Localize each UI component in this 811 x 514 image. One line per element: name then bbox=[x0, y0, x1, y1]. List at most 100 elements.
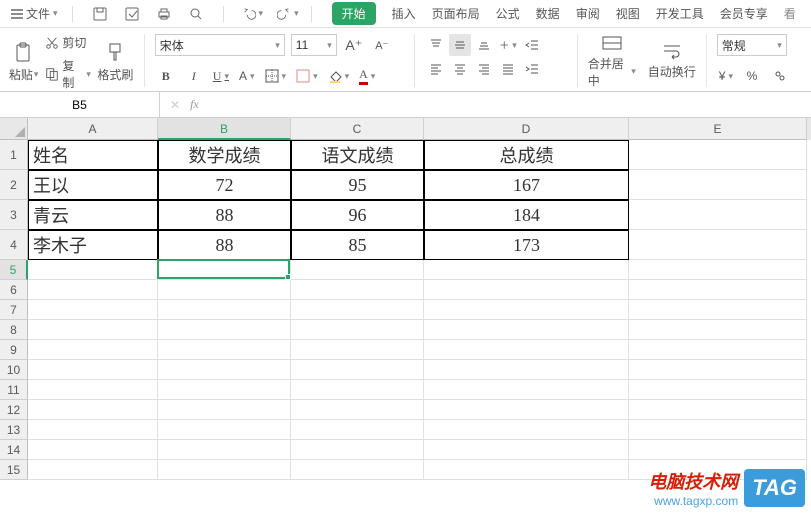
cell-D15[interactable] bbox=[424, 460, 629, 480]
cell-C2[interactable]: 95 bbox=[291, 170, 424, 200]
decrease-indent-icon[interactable] bbox=[521, 34, 543, 56]
formula-input[interactable] bbox=[209, 92, 811, 117]
cell-B4[interactable]: 88 bbox=[158, 230, 291, 260]
row-header-6[interactable]: 6 bbox=[0, 280, 28, 300]
cell-E9[interactable] bbox=[629, 340, 807, 360]
cell-D3[interactable]: 184 bbox=[424, 200, 629, 230]
cell-A7[interactable] bbox=[28, 300, 158, 320]
column-header-D[interactable]: D bbox=[424, 118, 629, 140]
cell-A15[interactable] bbox=[28, 460, 158, 480]
tab-page-layout[interactable]: 页面布局 bbox=[432, 5, 480, 22]
percent-button[interactable]: % bbox=[741, 65, 763, 87]
redo-button[interactable]: ▾ bbox=[275, 3, 301, 25]
row-header-13[interactable]: 13 bbox=[0, 420, 28, 440]
tab-data[interactable]: 数据 bbox=[536, 5, 560, 22]
cell-E12[interactable] bbox=[629, 400, 807, 420]
currency-button[interactable]: ¥▾ bbox=[717, 65, 735, 87]
cell-B12[interactable] bbox=[158, 400, 291, 420]
cell-C13[interactable] bbox=[291, 420, 424, 440]
cell-D9[interactable] bbox=[424, 340, 629, 360]
cell-B13[interactable] bbox=[158, 420, 291, 440]
align-bottom-icon[interactable] bbox=[473, 34, 495, 56]
cell-B1[interactable]: 数学成绩 bbox=[158, 140, 291, 170]
tab-review[interactable]: 审阅 bbox=[576, 5, 600, 22]
cell-D4[interactable]: 173 bbox=[424, 230, 629, 260]
cell-A3[interactable]: 青云 bbox=[28, 200, 158, 230]
font-color-button[interactable]: A▾ bbox=[357, 65, 377, 87]
row-header-5[interactable]: 5 bbox=[0, 260, 28, 280]
row-header-3[interactable]: 3 bbox=[0, 200, 28, 230]
italic-button[interactable]: I bbox=[183, 65, 205, 87]
cell-D5[interactable] bbox=[424, 260, 629, 280]
cell-D2[interactable]: 167 bbox=[424, 170, 629, 200]
font-name-select[interactable]: 宋体▾ bbox=[155, 34, 285, 56]
spreadsheet-grid[interactable]: ABCDE 123456789101112131415 姓名数学成绩语文成绩总成… bbox=[0, 118, 811, 514]
cell-A11[interactable] bbox=[28, 380, 158, 400]
cell-E1[interactable] bbox=[629, 140, 807, 170]
cell-D8[interactable] bbox=[424, 320, 629, 340]
bold-button[interactable]: B bbox=[155, 65, 177, 87]
row-header-9[interactable]: 9 bbox=[0, 340, 28, 360]
cut-button[interactable]: 剪切 bbox=[45, 34, 91, 51]
cell-E4[interactable] bbox=[629, 230, 807, 260]
cell-B6[interactable] bbox=[158, 280, 291, 300]
row-header-7[interactable]: 7 bbox=[0, 300, 28, 320]
cell-B15[interactable] bbox=[158, 460, 291, 480]
cell-B3[interactable]: 88 bbox=[158, 200, 291, 230]
cell-A13[interactable] bbox=[28, 420, 158, 440]
cell-C7[interactable] bbox=[291, 300, 424, 320]
justify-icon[interactable] bbox=[497, 58, 519, 80]
row-header-12[interactable]: 12 bbox=[0, 400, 28, 420]
merge-center-button[interactable]: 合并居中▾ bbox=[588, 33, 636, 89]
cell-C4[interactable]: 85 bbox=[291, 230, 424, 260]
cell-B9[interactable] bbox=[158, 340, 291, 360]
select-all-corner[interactable] bbox=[0, 118, 28, 140]
cell-B14[interactable] bbox=[158, 440, 291, 460]
cell-E10[interactable] bbox=[629, 360, 807, 380]
row-header-11[interactable]: 11 bbox=[0, 380, 28, 400]
increase-font-icon[interactable]: A⁺ bbox=[343, 34, 365, 56]
cell-E2[interactable] bbox=[629, 170, 807, 200]
column-header-B[interactable]: B bbox=[158, 118, 291, 140]
cell-D10[interactable] bbox=[424, 360, 629, 380]
cell-D11[interactable] bbox=[424, 380, 629, 400]
cell-E14[interactable] bbox=[629, 440, 807, 460]
align-center-icon[interactable] bbox=[449, 58, 471, 80]
align-top-icon[interactable] bbox=[425, 34, 447, 56]
decrease-font-icon[interactable]: A⁻ bbox=[371, 34, 393, 56]
cell-B11[interactable] bbox=[158, 380, 291, 400]
cell-C14[interactable] bbox=[291, 440, 424, 460]
cell-A5[interactable] bbox=[28, 260, 158, 280]
row-header-2[interactable]: 2 bbox=[0, 170, 28, 200]
number-format-select[interactable]: 常规▾ bbox=[717, 34, 787, 56]
column-header-A[interactable]: A bbox=[28, 118, 158, 140]
cell-A12[interactable] bbox=[28, 400, 158, 420]
cell-A9[interactable] bbox=[28, 340, 158, 360]
cell-B7[interactable] bbox=[158, 300, 291, 320]
cell-B2[interactable]: 72 bbox=[158, 170, 291, 200]
cell-style-button[interactable]: ▾ bbox=[294, 65, 320, 87]
cell-A8[interactable] bbox=[28, 320, 158, 340]
fx-icon[interactable]: fx bbox=[190, 97, 199, 112]
align-right-icon[interactable] bbox=[473, 58, 495, 80]
cell-E5[interactable] bbox=[629, 260, 807, 280]
cell-C12[interactable] bbox=[291, 400, 424, 420]
underline-button[interactable]: U▾ bbox=[211, 65, 231, 87]
cell-D1[interactable]: 总成绩 bbox=[424, 140, 629, 170]
format-painter-button[interactable]: 格式刷 bbox=[97, 42, 134, 83]
cell-C5[interactable] bbox=[291, 260, 424, 280]
cancel-fx-icon[interactable]: ✕ bbox=[170, 98, 180, 112]
cell-E7[interactable] bbox=[629, 300, 807, 320]
font-effects-button[interactable]: A▾ bbox=[237, 65, 257, 87]
tab-devtools[interactable]: 开发工具 bbox=[656, 5, 704, 22]
undo-button[interactable]: ▾ bbox=[240, 3, 266, 25]
row-header-1[interactable]: 1 bbox=[0, 140, 28, 170]
cell-A6[interactable] bbox=[28, 280, 158, 300]
cell-A10[interactable] bbox=[28, 360, 158, 380]
column-header-C[interactable]: C bbox=[291, 118, 424, 140]
cell-E6[interactable] bbox=[629, 280, 807, 300]
cell-D12[interactable] bbox=[424, 400, 629, 420]
cell-C8[interactable] bbox=[291, 320, 424, 340]
column-header-E[interactable]: E bbox=[629, 118, 807, 140]
cell-C9[interactable] bbox=[291, 340, 424, 360]
